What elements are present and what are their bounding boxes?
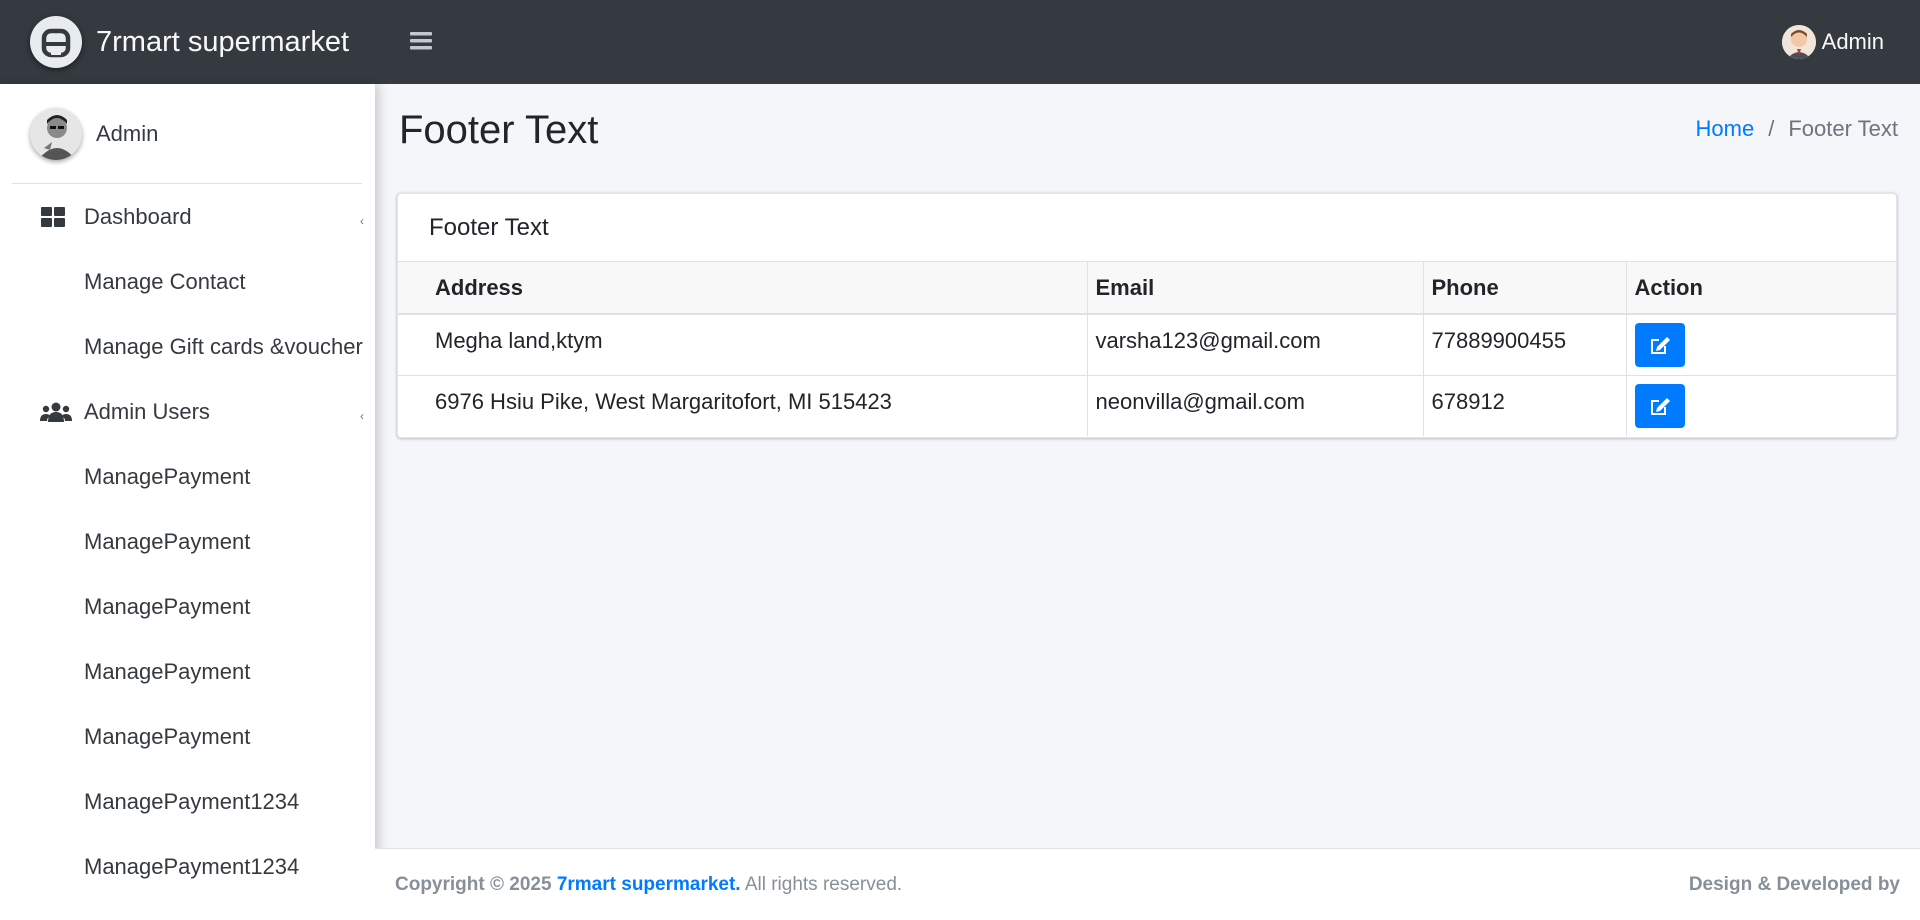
sidebar-item-manage-payment[interactable]: ManagePayment [0, 574, 375, 639]
brand-logo-icon [30, 16, 82, 68]
sidebar-item-label: Dashboard [84, 203, 192, 229]
sidebar-item-manage-payment[interactable]: ManagePayment [0, 704, 375, 769]
cell-phone: 678912 [1423, 374, 1627, 436]
top-navbar: 7rmart supermarket Admin [0, 0, 1920, 84]
sidebar-item-manage-contact[interactable]: Manage Contact [0, 249, 375, 314]
edit-icon [1650, 397, 1670, 415]
sidebar-item-label: ManagePayment [84, 463, 251, 489]
cell-action [1626, 313, 1896, 375]
hamburger-icon[interactable] [406, 24, 436, 58]
breadcrumb-current: Footer Text [1788, 116, 1898, 141]
top-user-name: Admin [1821, 29, 1884, 54]
sidebar-item-label: ManagePayment [84, 658, 251, 684]
cell-address: 6976 Hsiu Pike, West Margaritofort, MI 5… [398, 374, 1088, 436]
footer-brand-link[interactable]: 7rmart supermarket. [557, 874, 741, 895]
table-row: Megha land,ktym varsha123@gmail.com 7788… [398, 313, 1896, 375]
footer-credits: Design & Developed by [1688, 874, 1900, 895]
footer-text-card: Footer Text Address Email Phone Action M… [397, 193, 1897, 438]
sidebar-item-admin-users[interactable]: Admin Users ‹ [0, 379, 375, 444]
column-header-action: Action [1626, 262, 1896, 315]
avatar [30, 107, 82, 160]
sidebar-item-label: ManagePayment [84, 593, 251, 619]
breadcrumb: Home / Footer Text [1696, 116, 1898, 142]
footer-text-table: Address Email Phone Action Megha land,kt… [398, 262, 1896, 436]
sidebar-item-label: Manage Gift cards &voucher [84, 333, 363, 359]
sidebar-item-manage-payment[interactable]: ManagePayment [0, 509, 375, 574]
column-header-address: Address [398, 262, 1088, 315]
footer-copyright: Copyright © 2025 7rmart supermarket. All… [395, 874, 902, 896]
sidebar-item-label: ManagePayment1234 [84, 853, 300, 879]
top-avatar [1781, 25, 1816, 59]
table-header-row: Address Email Phone Action [398, 262, 1896, 315]
column-header-email: Email [1087, 262, 1424, 315]
sidebar-item-manage-payment-1234[interactable]: ManagePayment1234 [0, 769, 375, 834]
sidebar-nav: Dashboard ‹ Manage Contact Manage Gift c… [0, 184, 375, 899]
sidebar-item-manage-payment[interactable]: ManagePayment [0, 444, 375, 509]
sidebar-item-label: ManagePayment [84, 723, 251, 749]
sidebar-item-dashboard[interactable]: Dashboard ‹ [0, 184, 375, 249]
sidebar-user-name: Admin [96, 120, 159, 146]
brand-name: 7rmart supermarket [96, 25, 350, 58]
sidebar-item-manage-gift-cards[interactable]: Manage Gift cards &voucher [0, 314, 375, 379]
sidebar-item-label: Admin Users [84, 398, 210, 424]
cell-action [1626, 374, 1896, 436]
edit-button[interactable] [1634, 323, 1685, 367]
edit-icon [1650, 337, 1670, 354]
cell-email: varsha123@gmail.com [1087, 313, 1424, 375]
sidebar: Admin Dashboard ‹ Manage Contact Manage … [0, 84, 375, 920]
top-user-menu[interactable]: Admin [1781, 24, 1884, 60]
edit-button[interactable] [1634, 383, 1685, 428]
breadcrumb-home-link[interactable]: Home [1696, 116, 1755, 142]
sidebar-item-label: ManagePayment1234 [84, 788, 300, 814]
sidebar-item-label: ManagePayment [84, 528, 251, 554]
cell-phone: 77889900455 [1423, 313, 1627, 375]
card-title: Footer Text [398, 194, 1896, 262]
breadcrumb-separator: / [1768, 116, 1775, 141]
brand-link[interactable]: 7rmart supermarket [0, 0, 375, 84]
dashboard-grid-icon [40, 206, 68, 228]
sidebar-item-manage-payment-1234[interactable]: ManagePayment1234 [0, 834, 375, 899]
users-icon [40, 401, 72, 423]
sidebar-item-manage-payment[interactable]: ManagePayment [0, 639, 375, 704]
page-title: Footer Text [399, 108, 599, 152]
chevron-left-icon: ‹ [360, 409, 364, 423]
footer-rights: All rights reserved. [744, 874, 903, 895]
cell-email: neonvilla@gmail.com [1087, 374, 1424, 436]
footer-copyright-prefix: Copyright © 2025 [395, 874, 552, 895]
chevron-left-icon: ‹ [360, 214, 364, 228]
page-footer: Copyright © 2025 7rmart supermarket. All… [375, 848, 1920, 920]
sidebar-user-panel[interactable]: Admin [12, 84, 362, 184]
column-header-phone: Phone [1423, 262, 1627, 315]
cell-address: Megha land,ktym [398, 313, 1088, 375]
table-row: 6976 Hsiu Pike, West Margaritofort, MI 5… [398, 374, 1896, 436]
sidebar-item-label: Manage Contact [84, 268, 246, 294]
